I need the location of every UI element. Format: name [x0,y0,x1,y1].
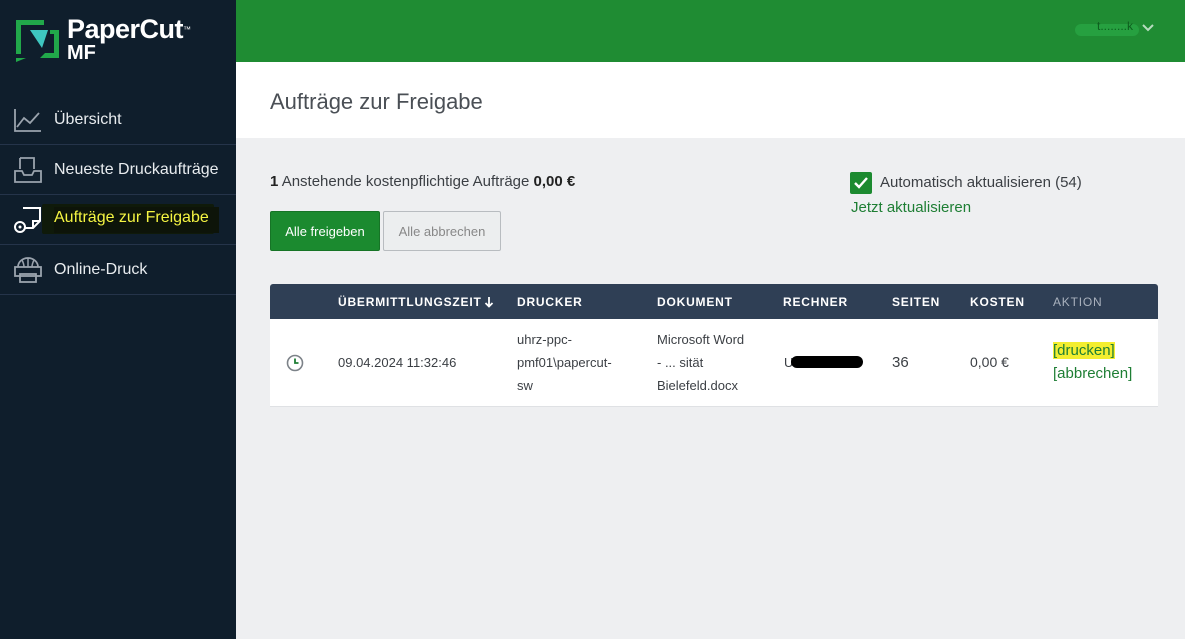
pending-summary: 1 Anstehende kostenpflichtige Aufträge 0… [270,173,575,190]
papercut-logo[interactable]: PaperCut™ MF [14,16,214,64]
checkmark-icon [854,177,868,189]
column-header-action: AKTION [1053,295,1103,309]
auto-refresh-label: Automatisch aktualisieren (54) [880,174,1082,191]
jobs-table: ÜBERMITTLUNGSZEIT DRUCKER DOKUMENT RECHN… [270,284,1158,407]
column-header-time[interactable]: ÜBERMITTLUNGSZEIT [338,295,494,309]
sidebar-item-uebersicht[interactable]: Übersicht [0,95,236,145]
cell-computer: U [784,351,864,374]
column-header-computer[interactable]: RECHNER [783,295,848,309]
column-header-pages[interactable]: SEITEN [892,295,940,309]
sidebar-item-online-druck[interactable]: Online-Druck [0,245,236,295]
page-header: Aufträge zur Freigabe [236,62,1185,138]
pending-text: Anstehende kostenpflichtige Aufträge [281,173,530,190]
column-header-cost[interactable]: KOSTEN [970,295,1025,309]
column-header-printer[interactable]: DRUCKER [517,295,583,309]
sidebar-item-label: Neueste Druckaufträge [54,160,219,178]
top-bar: t........k [236,0,1185,62]
column-header-document[interactable]: DOKUMENT [657,295,733,309]
sidebar-item-neueste-druckauftraege[interactable]: Neueste Druckaufträge [0,145,236,195]
logo-wordmark: PaperCut™ [67,14,191,44]
sort-desc-icon [484,297,493,308]
release-all-button[interactable]: Alle freigeben [270,211,380,251]
sidebar-item-label: Aufträge zur Freigabe [54,206,219,233]
user-name: t........k [1097,19,1134,33]
line-chart-icon [14,109,41,132]
logo-edition: MF [67,42,96,64]
refresh-now-link[interactable]: Jetzt aktualisieren [851,199,971,216]
papercut-logo-icon [16,20,59,62]
computer-name-redaction [791,356,864,368]
cell-cost: 0,00 € [970,354,1009,370]
auto-refresh-checkbox[interactable] [850,172,872,194]
table-row: 09.04.2024 11:32:46 uhrz-ppc- pmf01\pape… [270,319,1158,407]
chevron-down-icon [1142,24,1154,32]
cancel-job-link[interactable]: [abbrechen] [1053,362,1132,385]
sidebar: PaperCut™ MF Übersicht Neueste Druckauft… [0,0,236,639]
pending-count: 1 [270,173,279,190]
cancel-all-button[interactable]: Alle abbrechen [383,211,501,251]
cell-action: [drucken] [abbrechen] [1053,339,1132,385]
sidebar-item-auftraege-zur-freigabe[interactable]: Aufträge zur Freigabe [0,195,236,245]
user-menu[interactable]: t........k [1075,18,1155,42]
sidebar-item-label: Online-Druck [54,260,148,278]
release-print-icon [14,207,41,233]
page-title: Aufträge zur Freigabe [270,89,483,114]
cell-time: 09.04.2024 11:32:46 [338,355,457,370]
printer-tray-icon [14,157,42,183]
table-header: ÜBERMITTLUNGSZEIT DRUCKER DOKUMENT RECHN… [270,284,1158,319]
print-link[interactable]: [drucken] [1053,339,1132,362]
web-print-icon [14,257,42,283]
pending-amount: 0,00 € [533,173,576,190]
cell-pages: 36 [892,354,909,371]
clock-icon [286,354,304,372]
sidebar-nav: Übersicht Neueste Druckaufträge Aufträge… [0,95,236,295]
cell-document: Microsoft Word - ... sität Bielefeld.doc… [657,332,745,393]
sidebar-item-label: Übersicht [54,110,122,128]
cell-printer: uhrz-ppc- pmf01\papercut- sw [517,332,612,393]
